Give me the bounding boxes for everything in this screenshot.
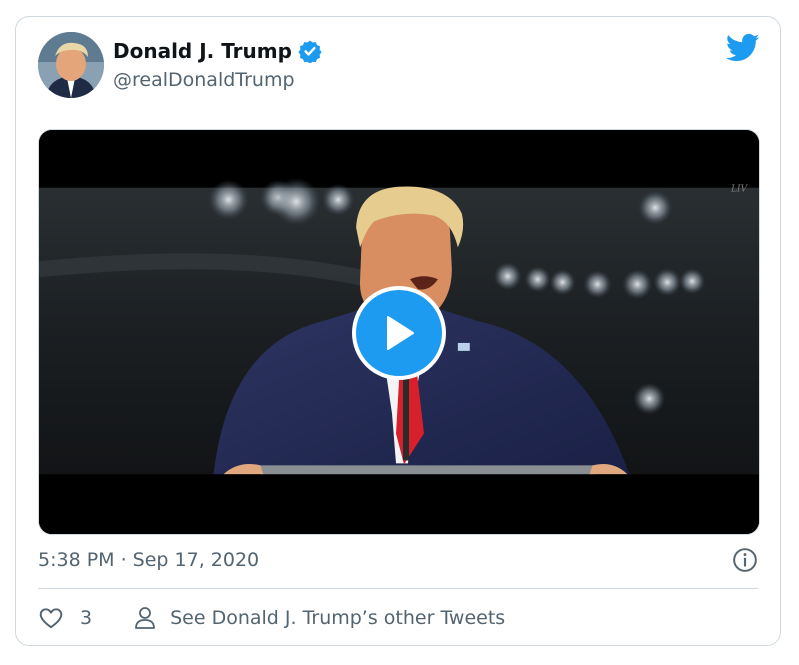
display-name-row[interactable]: Donald J. Trump — [113, 37, 322, 65]
display-name[interactable]: Donald J. Trump — [113, 37, 292, 65]
heart-icon — [39, 608, 63, 629]
twitter-bird-icon[interactable] — [726, 33, 760, 63]
play-button[interactable] — [352, 286, 446, 380]
play-icon — [387, 316, 414, 350]
verified-badge-icon — [298, 40, 322, 63]
info-icon[interactable] — [732, 547, 758, 573]
person-icon — [135, 607, 155, 629]
svg-text:LIV: LIV — [730, 185, 749, 195]
other-tweets-label[interactable]: See Donald J. Trump’s other Tweets — [170, 607, 505, 629]
tweet-actions: 3 See Donald J. Trump’s other Tweets — [38, 603, 505, 633]
other-tweets-link[interactable]: See Donald J. Trump’s other Tweets — [134, 606, 505, 630]
like-button[interactable]: 3 — [38, 605, 92, 631]
video-player[interactable]: LIV — [38, 129, 760, 535]
tweet-timestamp[interactable]: 5:38 PM · Sep 17, 2020 — [38, 546, 259, 574]
tweet-card: Donald J. Trump @realDonaldTrump LIV 5:3… — [15, 16, 781, 646]
divider — [38, 588, 758, 589]
like-count: 3 — [80, 607, 93, 629]
avatar[interactable] — [38, 32, 104, 98]
user-handle[interactable]: @realDonaldTrump — [113, 67, 295, 93]
avatar-image — [38, 32, 104, 98]
